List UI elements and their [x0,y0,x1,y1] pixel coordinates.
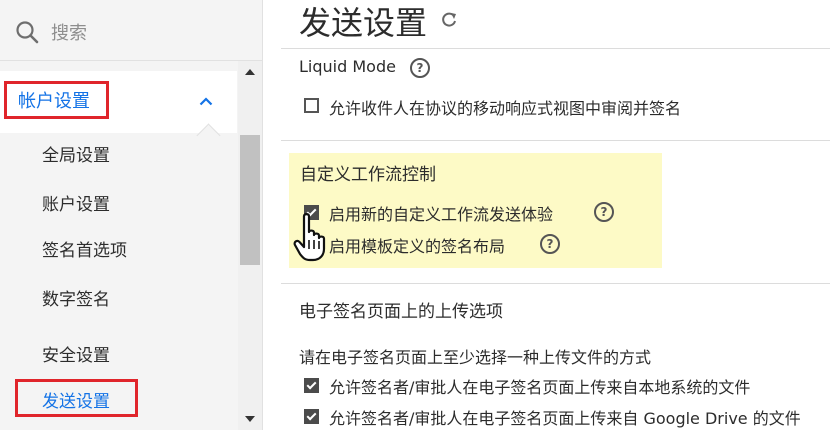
liquid-mode-checkbox[interactable] [304,98,319,113]
help-icon[interactable]: ? [594,202,614,222]
help-icon[interactable]: ? [540,234,560,254]
divider [281,48,830,49]
divider [281,283,830,284]
liquid-mode-option-label: 允许收件人在协议的移动响应式视图中审阅并签名 [329,99,682,118]
sidebar-item-signature-preferences[interactable]: 签名首选项 [42,236,127,261]
search-input[interactable]: 搜索 [51,19,87,45]
scroll-down-arrow-icon[interactable] [245,416,255,422]
sidebar-item-account-settings[interactable]: 账户设置 [42,190,110,215]
sidebar-item-send-settings[interactable]: 发送设置 [42,387,110,412]
sidebar: 搜索 帐户设置 全局设置 账户设置 签名首选项 数字签名 安全设置 发送设置 [0,0,263,430]
page-title: 发送设置 [299,4,428,42]
upload-google-drive-checkbox[interactable] [304,409,319,424]
search-box[interactable]: 搜索 [0,0,262,61]
liquid-mode-heading: Liquid Mode [299,57,396,76]
hand-cursor-icon [293,213,326,262]
upload-google-drive-option-label: 允许签名者/审批人在电子签名页面上传来自 Google Drive 的文件 [329,409,801,428]
scroll-up-arrow-icon[interactable] [245,69,255,75]
settings-nav: 帐户设置 全局设置 账户设置 签名首选项 数字签名 安全设置 [0,61,237,430]
sidebar-scrollbar[interactable] [238,61,262,430]
help-icon[interactable]: ? [410,58,430,78]
sidebar-item-global-settings[interactable]: 全局设置 [42,141,110,166]
search-icon [16,21,39,44]
custom-workflow-heading: 自定义工作流控制 [300,165,436,185]
sidebar-group-account-settings[interactable]: 帐户设置 [0,71,237,148]
sidebar-item-digital-signatures[interactable]: 数字签名 [42,285,110,310]
nav-pointer [196,123,221,148]
template-layout-option-label: 启用模板定义的签名布局 [329,237,506,256]
divider [281,140,830,141]
chevron-up-icon[interactable] [199,97,213,106]
upload-options-description: 请在电子签名页面上至少选择一种上传文件的方式 [299,348,652,367]
custom-workflow-option-label: 启用新的自定义工作流发送体验 [329,205,554,224]
upload-options-heading: 电子签名页面上的上传选项 [299,302,503,322]
upload-local-checkbox[interactable] [304,378,319,393]
sidebar-group-label: 帐户设置 [18,91,90,112]
upload-local-option-label: 允许签名者/审批人在电子签名页面上传来自本地系统的文件 [329,378,751,397]
sidebar-item-security-settings[interactable]: 安全设置 [42,341,110,366]
refresh-icon[interactable] [439,10,459,30]
scrollbar-thumb[interactable] [240,135,260,265]
